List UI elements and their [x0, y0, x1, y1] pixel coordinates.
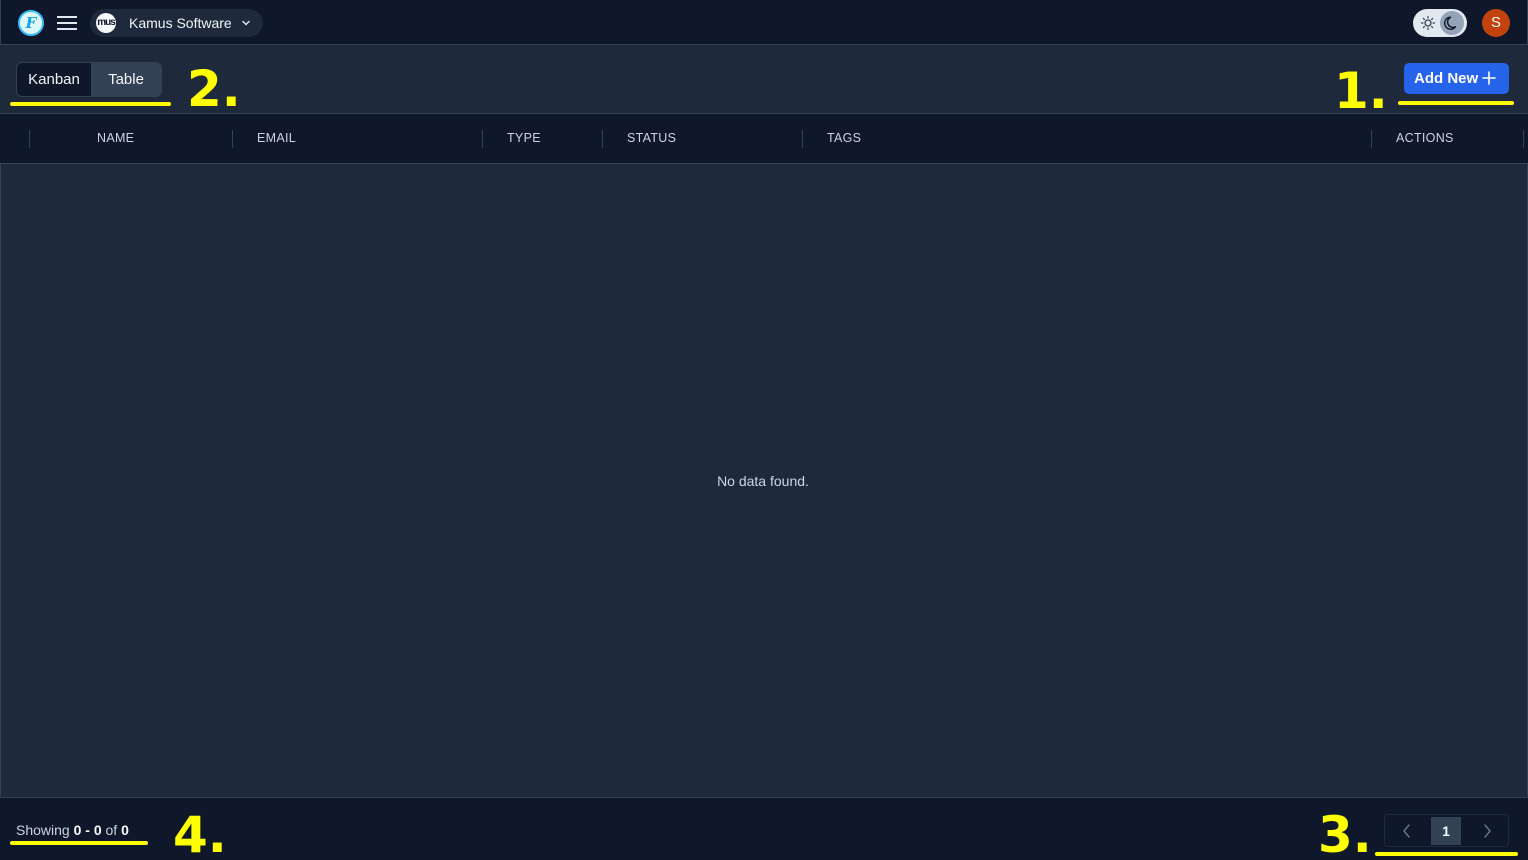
chevron-left-icon: [1403, 824, 1410, 838]
showing-of: of: [105, 822, 118, 838]
theme-toggle-knob: [1440, 11, 1464, 35]
column-divider: [29, 130, 30, 148]
pagination: 1: [1384, 814, 1509, 847]
showing-prefix: Showing: [16, 822, 70, 838]
plus-icon: [1482, 71, 1496, 85]
empty-state-message: No data found.: [717, 473, 809, 489]
column-header-tags[interactable]: TAGS: [827, 131, 861, 145]
table-header: NAME EMAIL TYPE STATUS TAGS ACTIONS: [0, 113, 1528, 164]
column-divider: [482, 130, 483, 148]
showing-range: 0 - 0: [73, 822, 102, 838]
pagination-summary: Showing 0 - 0 of 0: [16, 822, 129, 838]
kanban-view-button[interactable]: Kanban: [17, 63, 91, 96]
organization-avatar: mus: [96, 13, 116, 33]
previous-page-button[interactable]: [1385, 815, 1429, 846]
table-footer: Showing 0 - 0 of 0 1: [0, 797, 1528, 860]
column-header-status[interactable]: STATUS: [627, 131, 676, 145]
column-divider: [602, 130, 603, 148]
column-header-name[interactable]: NAME: [97, 131, 134, 145]
top-bar: F mus Kamus Software S: [0, 0, 1528, 45]
table-view-button[interactable]: Table: [91, 63, 161, 96]
add-new-label: Add New: [1414, 70, 1479, 87]
annotation-underline: [1375, 852, 1518, 856]
organization-switcher[interactable]: mus Kamus Software: [90, 9, 263, 37]
column-divider: [802, 130, 803, 148]
annotation-underline: [1398, 101, 1514, 105]
next-page-button[interactable]: [1465, 815, 1509, 846]
theme-toggle[interactable]: [1413, 9, 1467, 37]
column-header-actions: ACTIONS: [1396, 131, 1454, 145]
user-avatar[interactable]: S: [1482, 9, 1510, 37]
add-new-button[interactable]: Add New: [1404, 63, 1509, 94]
column-divider: [1371, 130, 1372, 148]
menu-icon[interactable]: [56, 13, 78, 33]
column-divider: [1523, 130, 1524, 148]
annotation-number-4: 4.: [173, 806, 227, 860]
organization-name: Kamus Software: [129, 15, 232, 31]
column-divider: [232, 130, 233, 148]
app-logo-icon[interactable]: F: [18, 10, 44, 36]
chevron-right-icon: [1484, 824, 1491, 838]
table-body: No data found.: [0, 164, 1528, 798]
sun-icon: [1420, 15, 1436, 31]
column-header-type[interactable]: TYPE: [507, 131, 541, 145]
annotation-underline: [10, 102, 171, 106]
annotation-number-2: 2.: [187, 60, 241, 118]
annotation-underline: [10, 841, 148, 845]
view-toggle: Kanban Table: [16, 62, 162, 97]
column-header-email[interactable]: EMAIL: [257, 131, 296, 145]
page-number-button[interactable]: 1: [1431, 817, 1461, 845]
showing-total: 0: [121, 822, 129, 838]
annotation-number-1: 1.: [1334, 62, 1388, 120]
annotation-number-3: 3.: [1318, 806, 1372, 860]
chevron-down-icon: [242, 20, 250, 26]
moon-icon: [1444, 16, 1457, 30]
